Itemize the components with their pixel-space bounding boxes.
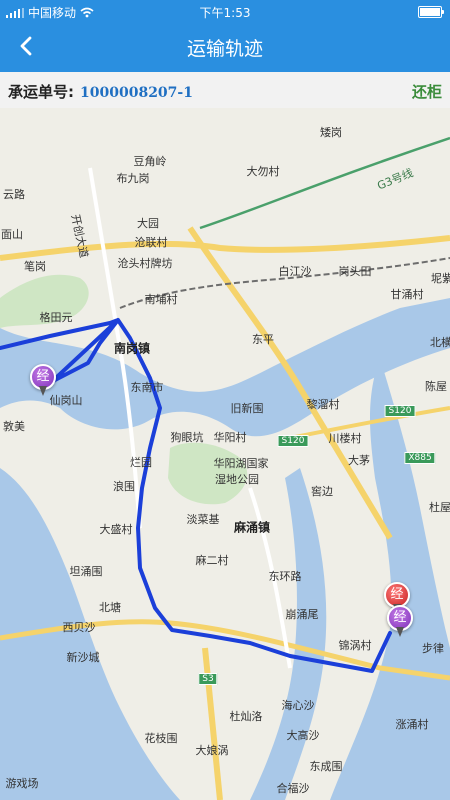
status-time: 下午1:53 [199, 6, 251, 20]
map-place-label: 合福沙 [276, 782, 310, 795]
map-place-label: 烂园 [130, 456, 152, 469]
return-container-button[interactable]: 还柜 [412, 81, 442, 102]
map-place-label: 海心沙 [281, 699, 315, 712]
map-place-label: 东平 [252, 333, 274, 346]
page-title: 运输轨迹 [186, 38, 263, 60]
map-place-label: 甘涌村 [390, 288, 424, 301]
map-place-label: 大高沙 [286, 729, 320, 742]
map-road-label: S120 [277, 435, 309, 447]
map-place-label: 黎溜村 [306, 398, 340, 411]
status-bar: 中国移动 下午1:53 [0, 0, 450, 22]
map-place-label: 大娘涡 [195, 744, 229, 757]
map-place-label: 涨涌村 [395, 718, 429, 731]
map-place-label: 花枝围 [144, 732, 178, 745]
map-place-label: 狗眼坑 [170, 431, 204, 444]
map-place-label: 敦美 [3, 420, 25, 433]
map-place-label: 笔岗 [24, 260, 46, 273]
map-place-label: 浪围 [113, 480, 135, 493]
map-place-label: 旧新围 [230, 402, 264, 415]
map-canvas [0, 136, 450, 800]
status-right [418, 4, 444, 18]
road-yellow-1 [0, 235, 450, 261]
map-place-label: 东环路 [268, 570, 302, 583]
map-place-label: 云路 [3, 188, 25, 201]
map-place-label: 大园 [137, 217, 159, 230]
map-place-label: 面山 [1, 228, 23, 241]
marker-pin [39, 386, 47, 396]
map-place-label: 坦涌围 [69, 565, 103, 578]
road-yellow-4 [202, 647, 223, 800]
map-place-label: 湿地公园 [215, 473, 259, 486]
map-place-label: 白江沙 [278, 265, 312, 278]
map-place-label: 南岗镇 [113, 341, 151, 356]
map-place-label: 麻涌镇 [233, 520, 271, 535]
map-place-label: 华阳村 [213, 431, 247, 444]
map-place-label: 大盛村 [99, 523, 133, 536]
map-place-label: 淡菜基 [186, 513, 220, 526]
map-place-label: 杜屋 [429, 501, 450, 514]
map-place-label: 豆角岭 [133, 155, 167, 168]
map-view[interactable]: 矮岗豆角岭布九岗 大勿村云路大园沧联村 面山沧头村牌坊 笔岗 白江沙 岗头田坭紫南埔村 甘涌… [0, 108, 450, 800]
waybill-label: 承运单号: [8, 83, 74, 101]
map-place-label: 川楼村 [328, 432, 362, 445]
waybill-bar: 承运单号: 1000008207-1 还柜 [0, 72, 450, 109]
map-place-label: 矮岗 [320, 126, 342, 139]
map-place-label: 锦涡村 [338, 639, 372, 652]
map-place-label: 陈屋 [425, 380, 447, 393]
map-place-label: 北塘 [99, 601, 121, 614]
map-place-label: 西贝沙 [62, 621, 96, 634]
map-road-label: S3 [198, 673, 218, 685]
map-place-label: 东南市 [130, 381, 164, 394]
marker-pin [396, 627, 404, 637]
map-place-label: 坭紫 [431, 272, 450, 285]
river-east [330, 358, 450, 800]
battery-icon [418, 5, 444, 18]
waypoint-marker[interactable]: 经 [385, 605, 415, 641]
map-place-label: 步律 [422, 642, 444, 655]
map-place-label: 格田元 [39, 311, 73, 324]
map-place-label: 北横 [430, 336, 450, 349]
map-road-label: X885 [404, 452, 436, 464]
map-place-label: 窖边 [311, 485, 333, 498]
map-place-label: 大茅 [348, 454, 370, 467]
rail-line-2 [199, 136, 450, 230]
map-place-label: 布九岗 [116, 172, 150, 185]
waybill-number: 1000008207-1 [80, 85, 193, 101]
map-place-label: 杜灿洛 [229, 710, 263, 723]
map-place-label: 东成围 [309, 760, 343, 773]
map-place-label: 崩涌尾 [285, 608, 319, 621]
waypoint-marker[interactable]: 经 [28, 364, 58, 400]
map-place-label: 南埔村 [144, 293, 178, 306]
map-place-label: 华阳湖国家 [213, 457, 269, 470]
map-place-label: 游戏场 [5, 777, 39, 790]
map-place-label: 新沙城 [66, 651, 100, 664]
map-road-label: S120 [384, 405, 416, 417]
map-place-label: 沧头村牌坊 [117, 257, 173, 270]
map-place-label: 麻二村 [195, 554, 229, 567]
map-place-label: 沧联村 [134, 236, 168, 249]
nav-bar: 运输轨迹 [0, 22, 450, 72]
map-place-label: 大勿村 [246, 165, 280, 178]
waybill-info: 承运单号: 1000008207-1 [8, 81, 193, 102]
map-place-label: 岗头田 [338, 265, 372, 278]
